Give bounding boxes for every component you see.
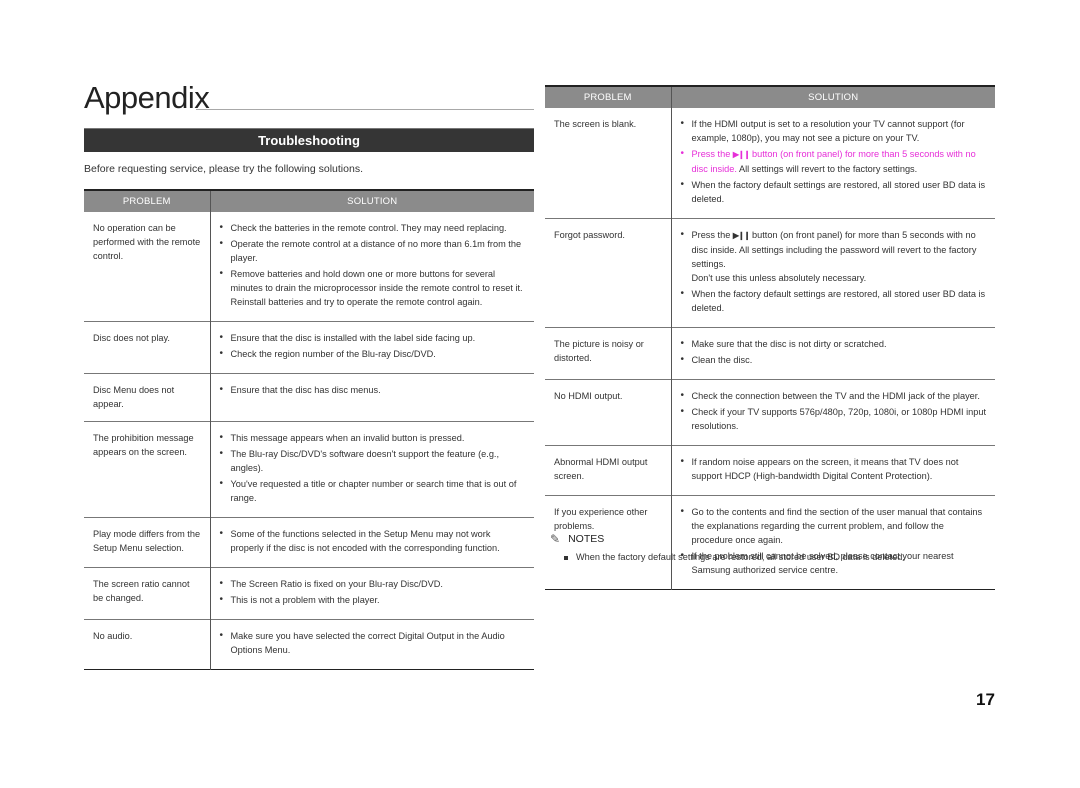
solution-item: Clean the disc. bbox=[680, 353, 988, 367]
solution-cell: If the HDMI output is set to a resolutio… bbox=[670, 108, 995, 219]
play-pause-icon: ▶❙❙ bbox=[732, 150, 751, 159]
solution-list: Check the batteries in the remote contro… bbox=[219, 221, 527, 309]
table-row: No audio. Make sure you have selected the… bbox=[84, 619, 534, 670]
intro-text: Before requesting service, please try th… bbox=[84, 163, 363, 175]
table-row: No operation can be performed with the r… bbox=[84, 212, 534, 322]
solution-item: Press the ▶❙❙ button (on front panel) fo… bbox=[680, 147, 988, 176]
highlight-text: Press the bbox=[691, 149, 733, 159]
problem-cell: The screen is blank. bbox=[554, 119, 637, 129]
solution-item: Press the ▶❙❙ button (on front panel) fo… bbox=[680, 228, 988, 285]
solution-list: Press the ▶❙❙ button (on front panel) fo… bbox=[680, 228, 988, 315]
solution-cell: Check the batteries in the remote contro… bbox=[209, 212, 534, 322]
problem-cell: Play mode differs from the Setup Menu se… bbox=[93, 529, 201, 553]
notes-heading: ✎ NOTES bbox=[550, 532, 990, 546]
solution-list: The Screen Ratio is fixed on your Blu-ra… bbox=[219, 577, 527, 607]
solution-cell: Ensure that the disc is installed with t… bbox=[209, 321, 534, 374]
problem-cell: Abnormal HDMI output screen. bbox=[554, 457, 648, 481]
problem-cell: Disc does not play. bbox=[93, 333, 170, 343]
table-row: Abnormal HDMI output screen. If random no… bbox=[545, 445, 995, 496]
solution-header: SOLUTION bbox=[670, 86, 995, 108]
page-title: Appendix bbox=[84, 80, 210, 115]
problem-cell: The prohibition message appears on the s… bbox=[93, 433, 194, 457]
solution-item: Check if your TV supports 576p/480p, 720… bbox=[680, 405, 988, 433]
solution-list: Make sure that the disc is not dirty or … bbox=[680, 337, 988, 367]
solution-item: Make sure that the disc is not dirty or … bbox=[680, 337, 988, 351]
table-row: The prohibition message appears on the s… bbox=[84, 421, 534, 518]
solution-list: Make sure you have selected the correct … bbox=[219, 629, 527, 657]
table-row: Forgot password. Press the ▶❙❙ button (on… bbox=[545, 218, 995, 328]
table-header-row: PROBLEM SOLUTION bbox=[545, 86, 995, 108]
solution-list: This message appears when an invalid but… bbox=[219, 431, 527, 505]
solution-item: If random noise appears on the screen, i… bbox=[680, 455, 988, 483]
table-row: Play mode differs from the Setup Menu se… bbox=[84, 517, 534, 568]
solution-cell: Check the connection between the TV and … bbox=[670, 379, 995, 446]
solution-note: Don't use this unless absolutely necessa… bbox=[691, 273, 867, 283]
solution-header: SOLUTION bbox=[209, 190, 534, 212]
notes-item: When the factory default settings are re… bbox=[564, 552, 990, 562]
solution-item: This is not a problem with the player. bbox=[219, 593, 527, 607]
notes-section: ✎ NOTES When the factory default setting… bbox=[550, 532, 990, 562]
problem-header: PROBLEM bbox=[545, 86, 671, 108]
solution-item: You've requested a title or chapter numb… bbox=[219, 477, 527, 505]
solution-item: Ensure that the disc has disc menus. bbox=[219, 383, 527, 397]
solution-item: Make sure you have selected the correct … bbox=[219, 629, 527, 657]
title-rule bbox=[196, 109, 534, 110]
problem-cell: The picture is noisy or distorted. bbox=[554, 339, 644, 363]
solution-item: The Blu-ray Disc/DVD's software doesn't … bbox=[219, 447, 527, 475]
solution-item: When the factory default settings are re… bbox=[680, 287, 988, 315]
solution-item: Some of the functions selected in the Se… bbox=[219, 527, 527, 555]
solution-list: Some of the functions selected in the Se… bbox=[219, 527, 527, 555]
solution-list: If the HDMI output is set to a resolutio… bbox=[680, 117, 988, 206]
table-row: Disc Menu does not appear. Ensure that th… bbox=[84, 373, 534, 422]
solution-item: Remove batteries and hold down one or mo… bbox=[219, 267, 527, 309]
table-header-row: PROBLEM SOLUTION bbox=[84, 190, 534, 212]
solution-item: Check the batteries in the remote contro… bbox=[219, 221, 527, 235]
troubleshooting-table-left: PROBLEM SOLUTION No operation can be per… bbox=[84, 189, 534, 670]
problem-cell: No HDMI output. bbox=[554, 391, 623, 401]
problem-cell: No audio. bbox=[93, 631, 133, 641]
problem-cell: No operation can be performed with the r… bbox=[93, 223, 201, 261]
solution-list: Check the connection between the TV and … bbox=[680, 389, 988, 433]
solution-cell: Make sure you have selected the correct … bbox=[209, 619, 534, 670]
troubleshooting-table-right: PROBLEM SOLUTION The screen is blank. If … bbox=[545, 85, 995, 590]
solution-list: Ensure that the disc is installed with t… bbox=[219, 331, 527, 361]
solution-cell: Make sure that the disc is not dirty or … bbox=[670, 327, 995, 380]
solution-text: Press the bbox=[691, 230, 733, 240]
solution-item: The Screen Ratio is fixed on your Blu-ra… bbox=[219, 577, 527, 591]
table-row: The picture is noisy or distorted. Make s… bbox=[545, 327, 995, 380]
table-row: Disc does not play. Ensure that the disc … bbox=[84, 321, 534, 374]
problem-cell: The screen ratio cannot be changed. bbox=[93, 579, 190, 603]
section-title: Troubleshooting bbox=[84, 128, 534, 152]
problem-header: PROBLEM bbox=[84, 190, 210, 212]
table-row: The screen is blank. If the HDMI output i… bbox=[545, 108, 995, 219]
solution-cell: Some of the functions selected in the Se… bbox=[209, 517, 534, 568]
manual-page: Appendix Troubleshooting Before requesti… bbox=[0, 0, 1080, 788]
solution-item: When the factory default settings are re… bbox=[680, 178, 988, 206]
solution-cell: Ensure that the disc has disc menus. bbox=[209, 373, 534, 422]
solution-cell: If random noise appears on the screen, i… bbox=[670, 445, 995, 496]
solution-item: Ensure that the disc is installed with t… bbox=[219, 331, 527, 345]
solution-cell: The Screen Ratio is fixed on your Blu-ra… bbox=[209, 567, 534, 620]
table-row: The screen ratio cannot be changed. The S… bbox=[84, 567, 534, 620]
play-pause-icon: ▶❙❙ bbox=[732, 231, 751, 240]
page-number: 17 bbox=[976, 690, 995, 709]
solution-cell: Press the ▶❙❙ button (on front panel) fo… bbox=[670, 218, 995, 328]
solution-item: Operate the remote control at a distance… bbox=[219, 237, 527, 265]
solution-item: Check the region number of the Blu-ray D… bbox=[219, 347, 527, 361]
solution-cell: This message appears when an invalid but… bbox=[209, 421, 534, 518]
pencil-icon: ✎ bbox=[550, 532, 561, 546]
notes-title: NOTES bbox=[568, 533, 605, 545]
problem-cell: Disc Menu does not appear. bbox=[93, 385, 175, 409]
table-row: No HDMI output. Check the connection betw… bbox=[545, 379, 995, 446]
solution-item: If the HDMI output is set to a resolutio… bbox=[680, 117, 988, 145]
solution-item: Check the connection between the TV and … bbox=[680, 389, 988, 403]
solution-item: This message appears when an invalid but… bbox=[219, 431, 527, 445]
solution-list: Ensure that the disc has disc menus. bbox=[219, 383, 527, 397]
solution-text: All settings will revert to the factory … bbox=[736, 164, 918, 174]
problem-cell: Forgot password. bbox=[554, 230, 625, 240]
solution-list: If random noise appears on the screen, i… bbox=[680, 455, 988, 483]
